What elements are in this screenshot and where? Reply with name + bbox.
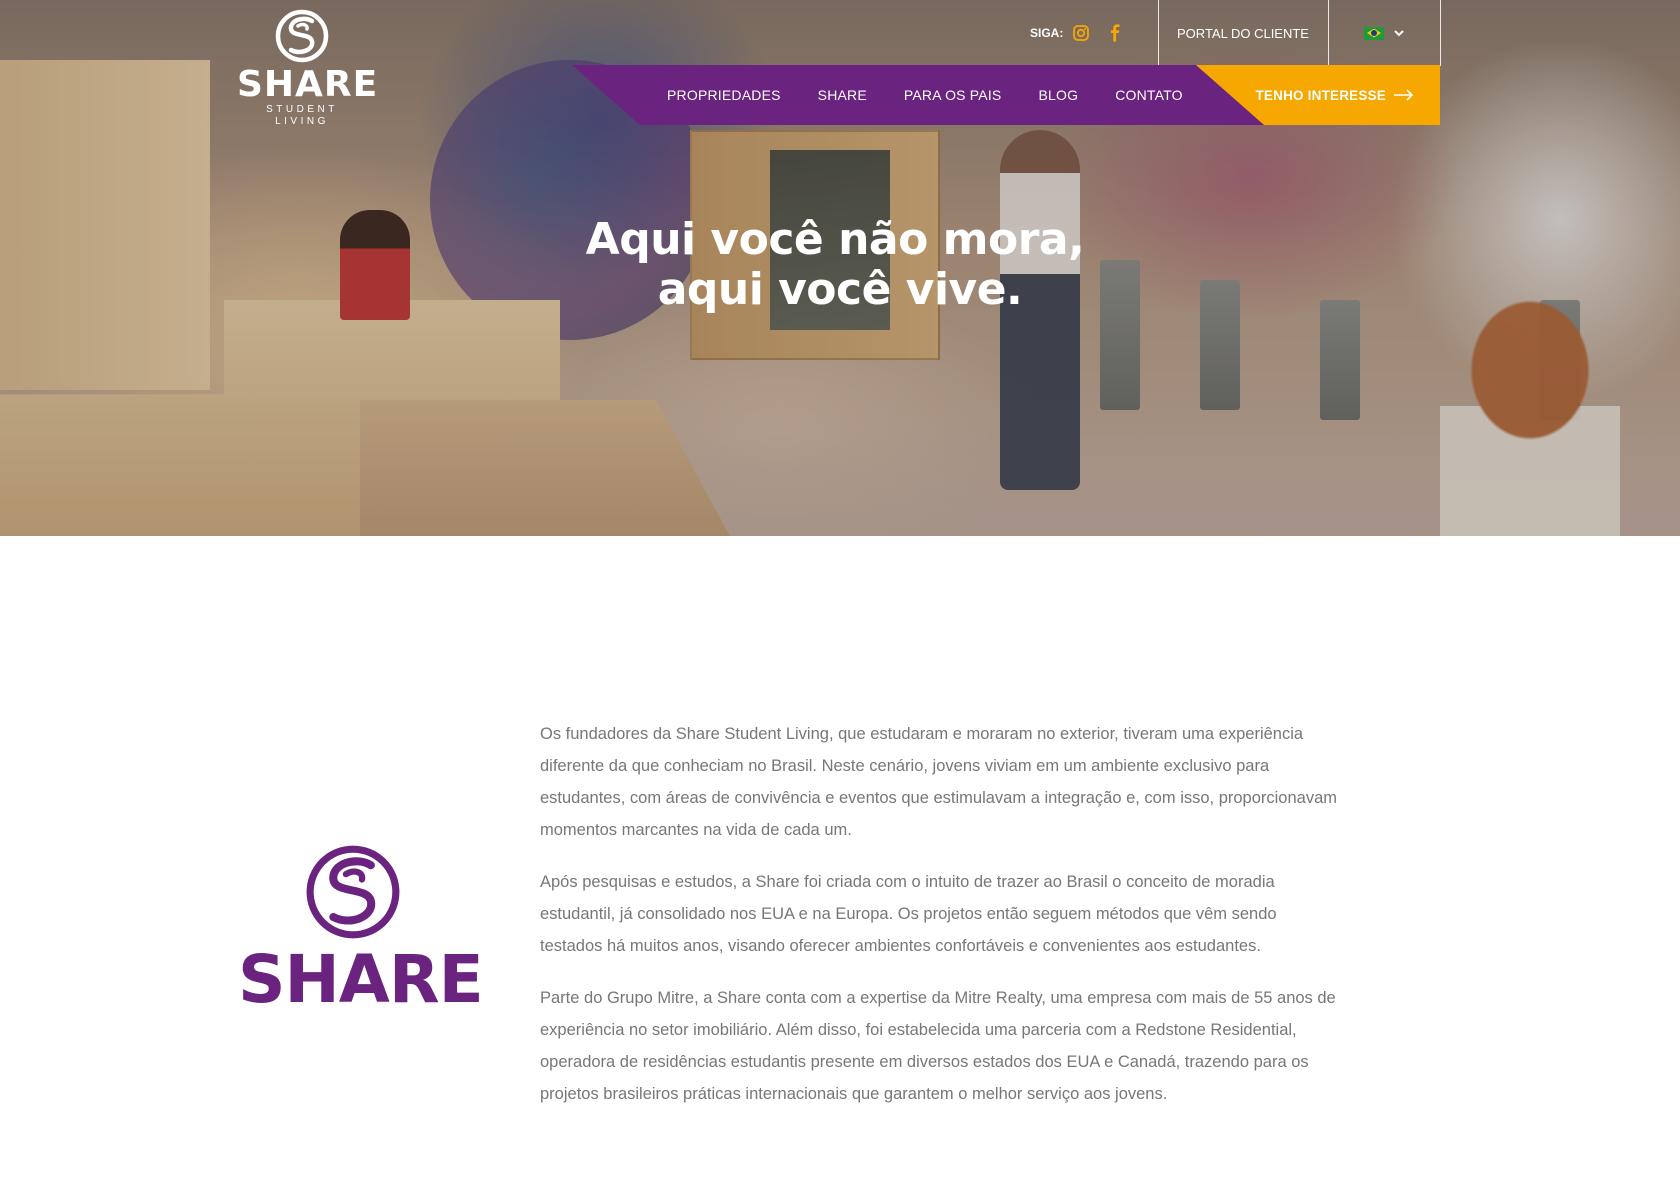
nav-item-propriedades[interactable]: PROPRIEDADES (667, 87, 781, 103)
header-logo[interactable]: SHARE STUDENT LIVING (237, 8, 379, 128)
about-paragraph: Parte do Grupo Mitre, a Share conta com … (540, 989, 1336, 1103)
brazil-flag-icon (1364, 26, 1384, 40)
client-portal-link[interactable]: PORTAL DO CLIENTE (1158, 0, 1328, 66)
hero-title: Aqui você não mora, aqui você vive. (0, 215, 1680, 315)
nav-item-share[interactable]: SHARE (818, 87, 867, 103)
interest-button-label: TENHO INTERESSE (1255, 87, 1386, 103)
arrow-right-icon (1394, 89, 1414, 101)
hero-title-line-1: Aqui você não mora, (585, 214, 1085, 265)
about-paragraph: Os fundadores da Share Student Living, q… (540, 725, 1338, 839)
language-selector[interactable] (1328, 0, 1440, 66)
chevron-down-icon (1394, 29, 1404, 36)
about-logo: SHARE (238, 842, 484, 1018)
about-text: Os fundadores da Share Student Living, q… (540, 718, 1340, 1130)
nav-item-blog[interactable]: BLOG (1038, 87, 1078, 103)
share-logo-icon (306, 845, 400, 939)
facebook-icon[interactable] (1105, 23, 1125, 43)
header-divider (1440, 0, 1441, 66)
social-bar: SIGA: (1030, 0, 1139, 66)
nav-item-contato[interactable]: CONTATO (1115, 87, 1183, 103)
hero-title-line-2: aqui você vive. (657, 264, 1023, 315)
nav-item-para-os-pais[interactable]: PARA OS PAIS (904, 87, 1002, 103)
about-logo-brand: SHARE (238, 941, 484, 1018)
main-nav: PROPRIEDADES SHARE PARA OS PAIS BLOG CON… (572, 65, 1280, 125)
instagram-icon[interactable] (1071, 23, 1091, 43)
about-paragraph: Após pesquisas e estudos, a Share foi cr… (540, 873, 1277, 955)
follow-label: SIGA: (1030, 26, 1064, 40)
logo-brand: SHARE (237, 64, 379, 105)
share-logo-icon (275, 9, 329, 63)
logo-tagline: STUDENT LIVING (266, 104, 338, 127)
